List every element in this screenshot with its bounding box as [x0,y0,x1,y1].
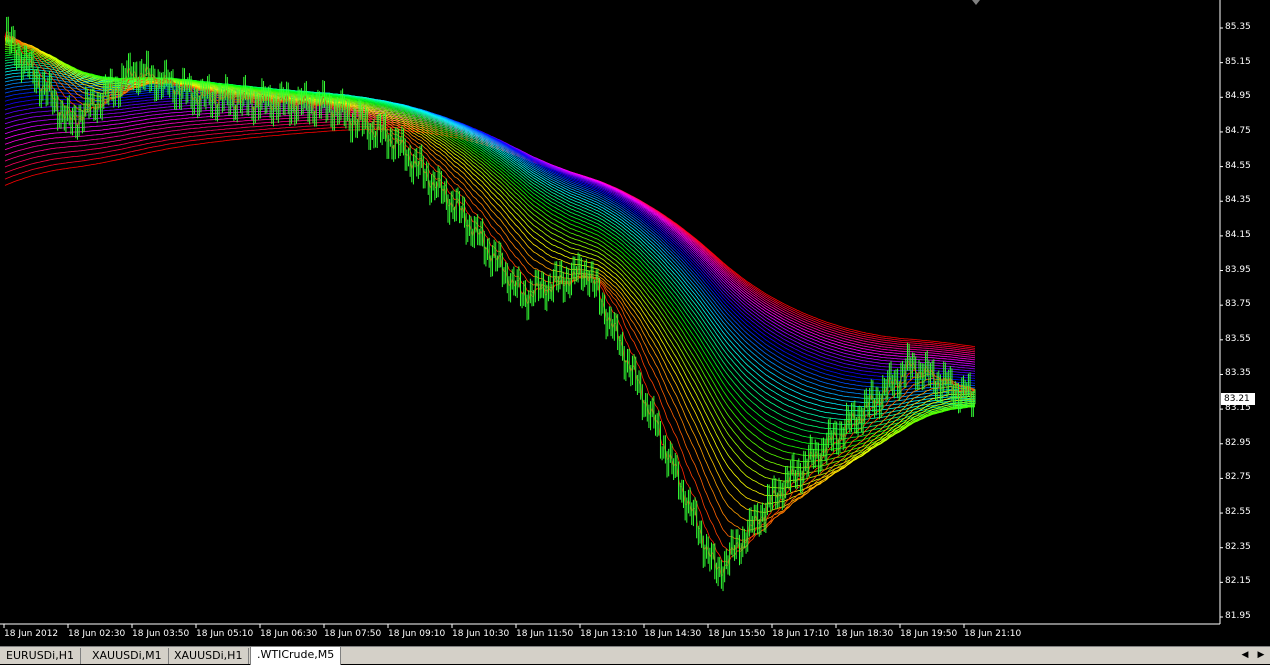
moving-average-line [4,38,976,513]
time-tick-label: 18 Jun 14:30 [644,629,702,639]
moving-average-line [4,63,976,421]
chart-tab-bar: EURUSDi,H1 XAUUSDi,M1 XAUUSDi,H1 .WTICrude,… [0,646,1270,665]
chart-tab[interactable]: XAUUSDi,H1 [168,648,250,664]
time-tick-label: 18 Jun 11:50 [516,629,574,639]
price-tick-label: 84.35 [1225,195,1251,206]
time-tick-label: 18 Jun 19:50 [900,629,958,639]
price-tick-label: 81.95 [1225,611,1251,621]
moving-average-line [4,35,976,551]
time-tick-label: 18 Jun 06:30 [260,629,318,639]
moving-average-line [4,42,976,482]
time-tick-label: 18 Jun 03:50 [132,629,190,639]
moving-average-line [4,74,975,403]
moving-average-line [4,118,976,355]
price-tick-label: 84.75 [1225,125,1251,136]
time-tick-label: 18 Jun 05:10 [196,629,254,639]
scroll-left-icon[interactable]: ◀ [1238,649,1252,662]
time-tick-label: 18 Jun 2012 [4,629,59,639]
moving-average-line [4,54,976,440]
time-tick-label: 18 Jun 09:10 [388,629,446,639]
chart-tab[interactable]: .WTICrude,M5 [250,647,342,665]
time-tick-label: 18 Jun 13:10 [580,629,638,639]
time-tick-label: 18 Jun 07:50 [324,629,382,639]
moving-average-line [4,48,976,457]
price-tick-label: 83.55 [1225,333,1251,344]
price-tick-label: 83.95 [1225,264,1251,275]
moving-average-line [4,52,976,446]
moving-average-line [4,121,976,353]
price-plot[interactable] [0,0,1270,646]
moving-average-line [4,81,976,396]
time-tick-label: 18 Jun 21:10 [964,629,1022,639]
time-tick-label: 18 Jun 18:30 [836,629,894,639]
price-tick-label: 82.35 [1225,541,1251,552]
chart-shift-marker-icon[interactable] [972,0,980,6]
price-tick-label: 82.95 [1225,437,1251,448]
price-tick-label: 85.15 [1225,56,1251,67]
moving-average-line [4,29,976,577]
time-tick-label: 18 Jun 10:30 [452,629,510,639]
price-tick-label: 84.95 [1225,91,1251,102]
moving-average-line [4,84,976,392]
time-tick-label: 18 Jun 15:50 [708,629,766,639]
scroll-right-icon[interactable]: ▶ [1254,649,1268,662]
current-price-marker: 83.21 [1221,393,1255,405]
price-tick-label: 85.35 [1225,22,1251,32]
moving-average-line [4,129,976,348]
moving-average-line [4,46,976,463]
time-tick-label: 18 Jun 17:10 [772,629,830,639]
price-tick-label: 84.55 [1225,160,1251,171]
chart-tab[interactable]: EURUSDi,H1 [0,648,81,664]
price-tick-label: 84.15 [1225,229,1251,240]
price-tick-label: 82.55 [1225,507,1251,518]
price-tick-label: 83.35 [1225,368,1251,379]
chart-window[interactable]: 85.35 85.15 84.95 84.75 84.55 84.35 84.15 83.95… [0,0,1270,646]
chart-tab[interactable]: XAUUSDi,M1 [86,648,169,664]
moving-average-line [4,50,976,451]
time-tick-label: 18 Jun 02:30 [68,629,126,639]
moving-average-line [4,69,975,412]
price-tick-label: 82.15 [1225,576,1251,587]
price-tick-label: 83.75 [1225,299,1251,310]
price-tick-label: 82.75 [1225,472,1251,483]
moving-average-line [4,34,976,563]
moving-average-line [4,56,976,435]
